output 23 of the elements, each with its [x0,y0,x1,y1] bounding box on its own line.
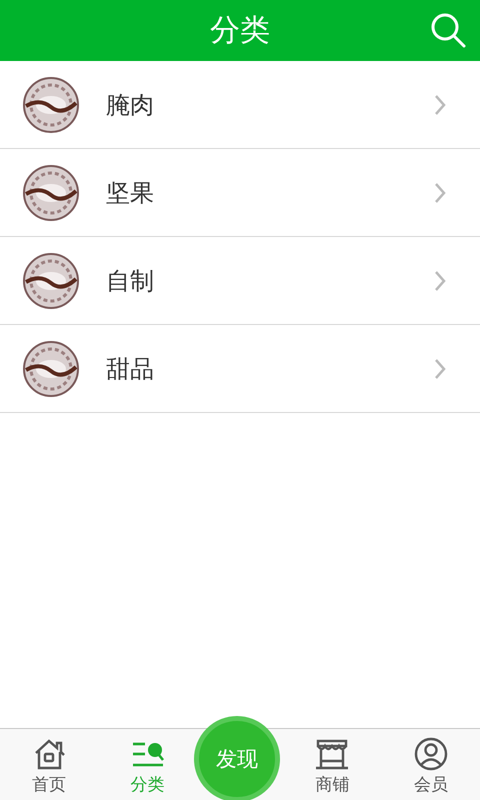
search-icon[interactable] [430,12,466,48]
chevron-right-icon [434,270,446,292]
chevron-right-icon [434,358,446,380]
round-emblem-icon [22,340,80,398]
round-emblem-icon [22,164,80,222]
category-name: 坚果 [106,178,155,208]
tab[interactable]: 商铺 [283,729,382,800]
category-name: 腌肉 [106,90,155,120]
category-item[interactable]: 自制 [0,237,480,325]
page-title: 分类 [210,12,270,50]
chevron-right-icon [434,182,446,204]
tab[interactable]: 首页 [0,729,98,800]
chevron-right-icon [434,94,446,116]
category-name: 甜品 [106,354,155,384]
round-emblem-icon [22,252,80,310]
storefront-icon [314,737,350,771]
tab[interactable]: 会员 [382,729,480,800]
category-item[interactable]: 腌肉 [0,61,480,149]
category-item[interactable]: 甜品 [0,325,480,413]
round-emblem-icon [22,76,80,134]
user-circle-icon [412,737,449,771]
category-name: 自制 [106,266,155,296]
category-item[interactable]: 坚果 [0,149,480,237]
